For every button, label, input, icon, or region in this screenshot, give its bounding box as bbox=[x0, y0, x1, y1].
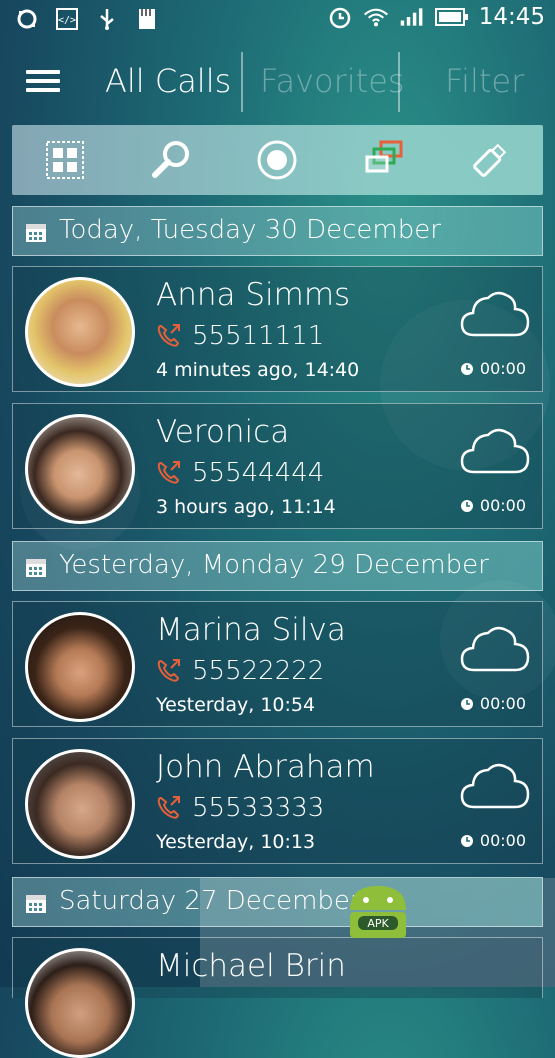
avatar bbox=[25, 414, 135, 524]
call-duration: 00:00 bbox=[460, 831, 526, 850]
battery-icon bbox=[434, 4, 469, 30]
alarm-icon bbox=[327, 4, 353, 30]
call-time: 4 minutes ago, 14:40 bbox=[156, 359, 360, 381]
call-time: Yesterday, 10:54 bbox=[156, 694, 316, 716]
svg-text:APK: APK bbox=[367, 917, 389, 930]
contact-name: Anna Simms bbox=[156, 277, 351, 313]
phone-number: 55511111 bbox=[192, 321, 325, 351]
duration-value: 00:00 bbox=[479, 496, 526, 515]
date-section-header: Today, Tuesday 30 December bbox=[12, 206, 543, 256]
outgoing-call-icon bbox=[157, 324, 180, 347]
signal-icon bbox=[399, 4, 425, 30]
code-icon: </> bbox=[54, 6, 80, 32]
contact-name: Veronica bbox=[156, 414, 290, 450]
cloud-icon[interactable] bbox=[460, 424, 530, 476]
call-duration: 00:00 bbox=[460, 359, 526, 378]
call-duration: 00:00 bbox=[460, 694, 526, 713]
clock-icon bbox=[460, 697, 473, 710]
call-log-item[interactable]: Veronica 55544444 3 hours ago, 11:14 00:… bbox=[12, 403, 543, 529]
search-icon[interactable] bbox=[141, 130, 201, 190]
record-icon[interactable] bbox=[247, 130, 307, 190]
windows-icon[interactable] bbox=[354, 130, 414, 190]
cloud-icon[interactable] bbox=[460, 287, 530, 339]
clock-icon bbox=[460, 834, 473, 847]
usb-icon bbox=[94, 6, 120, 32]
tab-all-calls[interactable]: All Calls bbox=[105, 62, 231, 100]
clock-icon bbox=[460, 362, 473, 375]
call-time: Yesterday, 10:13 bbox=[156, 831, 316, 853]
call-time: 3 hours ago, 11:14 bbox=[156, 496, 336, 518]
usb-stick-icon[interactable] bbox=[460, 130, 520, 190]
contact-name: Marina Silva bbox=[156, 612, 346, 648]
phone-number: 55544444 bbox=[192, 458, 325, 488]
tab-divider bbox=[241, 52, 243, 112]
watermark-overlay: APK bbox=[200, 878, 555, 987]
calendar-icon bbox=[26, 559, 46, 577]
phone-number: 55522222 bbox=[192, 656, 325, 686]
tab-divider bbox=[398, 52, 400, 112]
cloud-icon[interactable] bbox=[460, 759, 530, 811]
grid-icon[interactable] bbox=[35, 130, 95, 190]
call-log-item[interactable]: Anna Simms 55511111 4 minutes ago, 14:40… bbox=[12, 266, 543, 392]
cloud-icon[interactable] bbox=[460, 622, 530, 674]
sd-card-icon bbox=[134, 6, 160, 32]
duration-value: 00:00 bbox=[479, 831, 526, 850]
section-label: Today, Tuesday 30 December bbox=[59, 215, 441, 245]
wifi-icon bbox=[363, 4, 389, 30]
duration-value: 00:00 bbox=[479, 359, 526, 378]
contact-name: John Abraham bbox=[156, 749, 375, 785]
outgoing-call-icon bbox=[157, 659, 180, 682]
hamburger-icon[interactable] bbox=[26, 70, 60, 94]
call-log-item[interactable]: Marina Silva 55522222 Yesterday, 10:54 0… bbox=[12, 601, 543, 727]
duration-value: 00:00 bbox=[479, 694, 526, 713]
avatar bbox=[25, 948, 135, 1058]
call-duration: 00:00 bbox=[460, 496, 526, 515]
date-section-header: Yesterday, Monday 29 December bbox=[12, 541, 543, 591]
clock-icon bbox=[460, 499, 473, 512]
sync-icon bbox=[14, 6, 40, 32]
section-label: Yesterday, Monday 29 December bbox=[59, 550, 489, 580]
avatar bbox=[25, 277, 135, 387]
app-header: All Calls Favorites Filter bbox=[0, 48, 555, 116]
phone-number: 55533333 bbox=[192, 793, 325, 823]
svg-text:</>: </> bbox=[58, 15, 76, 26]
avatar bbox=[25, 612, 135, 722]
avatar bbox=[25, 749, 135, 859]
outgoing-call-icon bbox=[157, 796, 180, 819]
outgoing-call-icon bbox=[157, 461, 180, 484]
calendar-icon bbox=[26, 224, 46, 242]
status-time: 14:45 bbox=[478, 4, 545, 30]
toolbar bbox=[12, 125, 543, 195]
calendar-icon bbox=[26, 895, 46, 913]
tab-filter[interactable]: Filter bbox=[445, 62, 524, 100]
tab-favorites[interactable]: Favorites bbox=[260, 62, 405, 100]
android-logo-icon: APK bbox=[350, 886, 406, 938]
status-bar: </> 14:45 bbox=[0, 0, 555, 40]
call-log-item[interactable]: John Abraham 55533333 Yesterday, 10:13 0… bbox=[12, 738, 543, 864]
